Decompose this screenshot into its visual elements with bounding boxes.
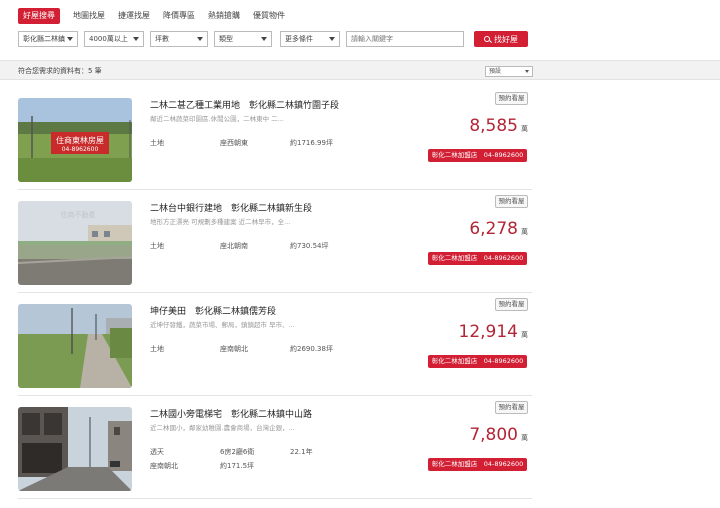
chevron-down-icon [329, 37, 335, 41]
listing-description: 鄰近二林蔬菜印園區.休閒公園，二林東中 二... [150, 115, 284, 123]
chevron-down-icon [525, 70, 529, 73]
store-contact-button[interactable]: 彰化二林加盟店 04-8962600 [428, 149, 527, 162]
main-tabs: 好屋搜尋 地圖找屋 捷運找屋 降價專區 熱銷搶購 優質物件 [18, 8, 298, 24]
listing-photo-image [18, 407, 132, 491]
listing-card[interactable]: 坤仔美田 彰化縣二林鎮儒芳段 近坤仔發鐵，蔬菜市場、郵局，鎮鎮超市 早市、...… [18, 296, 532, 396]
watermark-text: 住商不動產 [61, 210, 96, 219]
listing-card[interactable]: 住商東林房屋 04-8962600 二林二甚乙種工業用地 彰化縣二林鎮竹圍子段 … [18, 90, 532, 190]
listing-direction: 座南朝北 [220, 345, 248, 353]
tab-quality-listings[interactable]: 優質物件 [253, 8, 285, 24]
price-unit: 萬 [521, 125, 528, 133]
price-unit: 萬 [521, 331, 528, 339]
result-count-text: 符合您需求的資料有：5 筆 [18, 67, 102, 75]
price-select[interactable]: 4000萬以上 [84, 31, 144, 47]
tab-price-drop[interactable]: 降價專區 [163, 8, 195, 24]
listing-area: 約2690.38坪 [290, 345, 333, 353]
listing-type: 土地 [150, 242, 164, 250]
keyword-input[interactable] [346, 31, 464, 47]
listing-photo[interactable] [18, 304, 132, 388]
appointment-button[interactable]: 預約看屋 [495, 92, 528, 105]
listing-photo[interactable]: 住商不動產 [18, 201, 132, 285]
search-icon [484, 36, 490, 42]
store-contact-button[interactable]: 彰化二林加盟店 04-8962600 [428, 458, 527, 471]
chevron-down-icon [197, 37, 203, 41]
type-select[interactable]: 類型 [214, 31, 272, 47]
listing-type: 土地 [150, 139, 164, 147]
listing-price: 7,800 萬 [469, 425, 528, 445]
search-button[interactable]: 找好屋 [474, 31, 528, 47]
listing-card[interactable]: 住商不動產 二林台中銀行建地 彰化縣二林鎮新生段 地形方正漂亮 可規劃多種建案 … [18, 193, 532, 293]
listing-description: 近二林國小，鄰家幼稚園.農會商場，台灣企銀，... [150, 424, 295, 432]
sort-select[interactable]: 預設 [485, 66, 533, 77]
listing-area: 約171.5坪 [220, 462, 255, 470]
area-select-value: 坪數 [155, 35, 169, 43]
filter-bar: 彰化縣二林鎮 4000萬以上 坪數 類型 更多條件 找好屋 [18, 31, 538, 47]
listing-price: 8,585 萬 [469, 116, 528, 136]
sign-phone: 04-8962600 [62, 146, 99, 153]
listing-type: 土地 [150, 345, 164, 353]
price-value: 12,914 [458, 322, 518, 342]
listing-photo-image: 住商東林房屋 04-8962600 [18, 98, 132, 182]
area-select[interactable]: 坪數 [150, 31, 208, 47]
store-contact-button[interactable]: 彰化二林加盟店 04-8962600 [428, 355, 527, 368]
result-bar: 符合您需求的資料有：5 筆 預設 [0, 60, 720, 80]
sign-text: 住商東林房屋 [56, 135, 104, 145]
listing-description: 近坤仔發鐵，蔬菜市場、郵局，鎮鎮超市 早市、... [150, 321, 295, 329]
region-select-value: 彰化縣二林鎮 [23, 35, 65, 43]
price-value: 6,278 [469, 219, 518, 239]
listing-direction: 座北朝南 [220, 242, 248, 250]
listing-photo-image: 住商不動產 [18, 201, 132, 285]
tab-good-house-search[interactable]: 好屋搜尋 [18, 8, 60, 24]
appointment-button[interactable]: 預約看屋 [495, 401, 528, 414]
listing-type: 透天 [150, 448, 164, 456]
listing-area: 約1716.99坪 [290, 139, 333, 147]
listing-title[interactable]: 坤仔美田 彰化縣二林鎮儒芳段 [150, 304, 276, 317]
price-value: 7,800 [469, 425, 518, 445]
chevron-down-icon [133, 37, 139, 41]
listing-age: 22.1年 [290, 448, 313, 456]
type-select-value: 類型 [219, 35, 233, 43]
listing-card[interactable]: 二林國小旁電梯宅 彰化縣二林鎮中山路 近二林國小，鄰家幼稚園.農會商場，台灣企銀… [18, 399, 532, 499]
listing-direction: 座西朝東 [220, 139, 248, 147]
listing-title[interactable]: 二林台中銀行建地 彰化縣二林鎮新生段 [150, 201, 312, 214]
price-unit: 萬 [521, 434, 528, 442]
more-conditions-value: 更多條件 [285, 35, 313, 43]
search-button-label: 找好屋 [494, 34, 518, 44]
listing-direction: 座南朝北 [150, 462, 178, 470]
tab-hot-sale[interactable]: 熱銷搶購 [208, 8, 240, 24]
chevron-down-icon [261, 37, 267, 41]
region-select[interactable]: 彰化縣二林鎮 [18, 31, 78, 47]
appointment-button[interactable]: 預約看屋 [495, 298, 528, 311]
listing-photo[interactable] [18, 407, 132, 491]
tab-mrt-search[interactable]: 捷運找屋 [118, 8, 150, 24]
listing-photo-image [18, 304, 132, 388]
store-contact-button[interactable]: 彰化二林加盟店 04-8962600 [428, 252, 527, 265]
listing-photo[interactable]: 住商東林房屋 04-8962600 [18, 98, 132, 182]
listing-area: 約730.54坪 [290, 242, 329, 250]
sort-select-value: 預設 [489, 68, 502, 75]
listing-title[interactable]: 二林國小旁電梯宅 彰化縣二林鎮中山路 [150, 407, 312, 420]
price-unit: 萬 [521, 228, 528, 236]
tab-map-search[interactable]: 地圖找屋 [73, 8, 105, 24]
price-value: 8,585 [469, 116, 518, 136]
listing-title[interactable]: 二林二甚乙種工業用地 彰化縣二林鎮竹圍子段 [150, 98, 339, 111]
listing-layout: 6房2廳6衛 [220, 448, 255, 456]
listing-price: 6,278 萬 [469, 219, 528, 239]
listing-price: 12,914 萬 [459, 322, 528, 342]
chevron-down-icon [67, 37, 73, 41]
appointment-button[interactable]: 預約看屋 [495, 195, 528, 208]
price-select-value: 4000萬以上 [89, 35, 128, 43]
more-conditions-select[interactable]: 更多條件 [280, 31, 340, 47]
listing-description: 地形方正漂亮 可規劃多種建案 近二林早市，全... [150, 218, 291, 226]
